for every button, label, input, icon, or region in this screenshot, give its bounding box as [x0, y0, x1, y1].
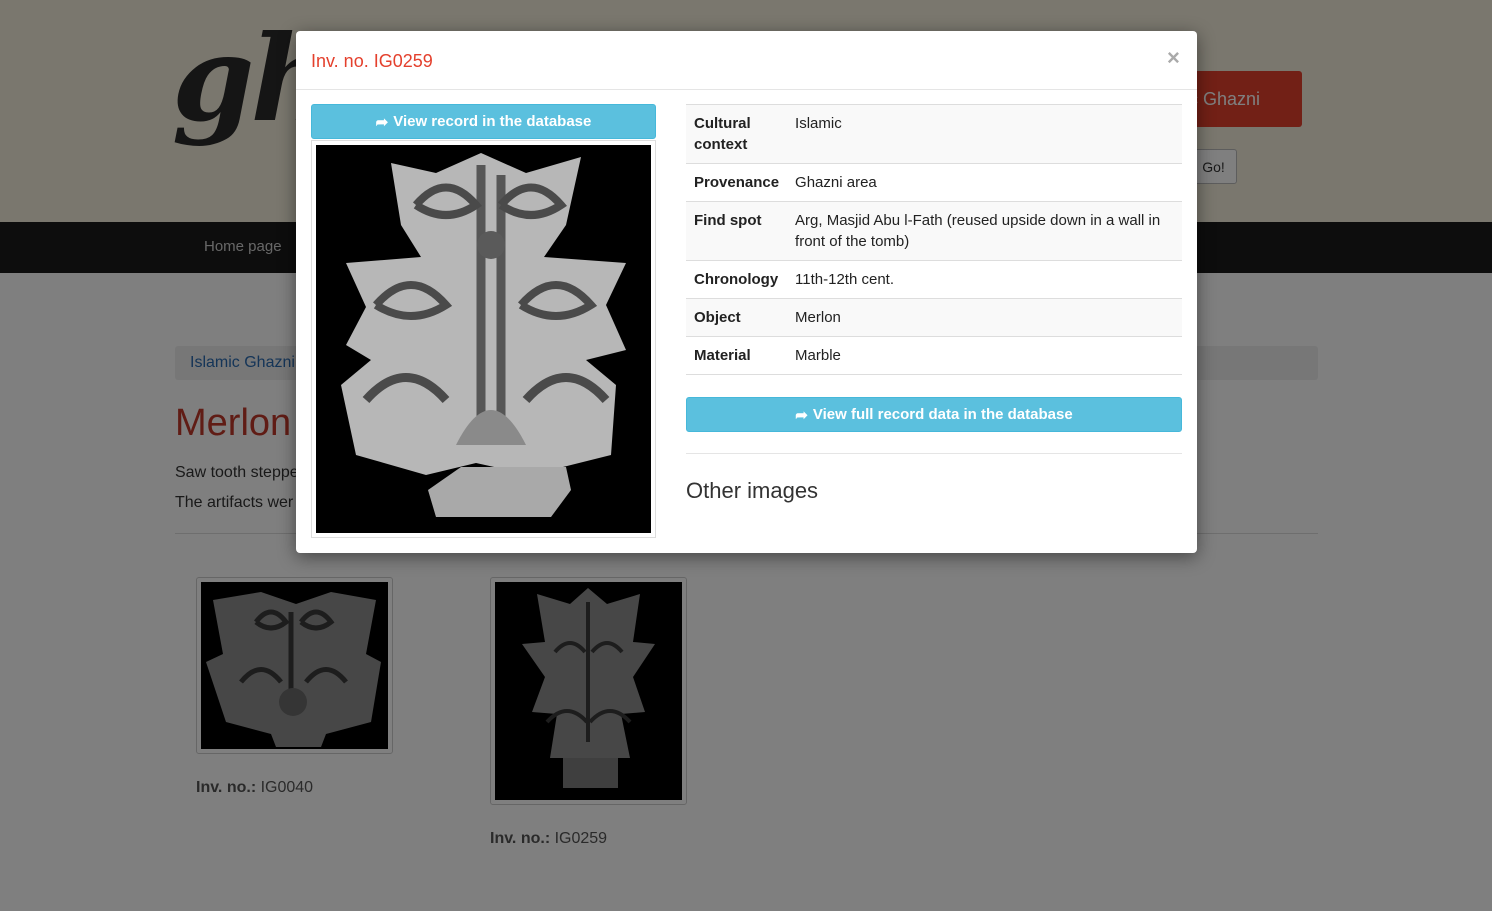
detail-key: Find spot — [686, 201, 788, 261]
detail-key: Cultural context — [686, 104, 788, 164]
table-row: Provenance Ghazni area — [686, 163, 1182, 202]
detail-value: Islamic — [787, 104, 1182, 164]
detail-value: 11th-12th cent. — [787, 260, 1182, 299]
close-icon[interactable]: × — [1167, 45, 1180, 71]
record-details-table: Cultural context Islamic Provenance Ghaz… — [686, 104, 1182, 375]
divider — [686, 453, 1182, 454]
share-arrow-icon: ➦ — [795, 406, 808, 424]
detail-key: Material — [686, 336, 788, 375]
modal-title: Inv. no. IG0259 — [311, 51, 433, 71]
view-full-record-button[interactable]: ➦ View full record data in the database — [686, 397, 1182, 432]
view-record-label: View record in the database — [393, 113, 592, 130]
detail-key: Provenance — [686, 163, 788, 202]
modal-header: Inv. no. IG0259 × — [296, 31, 1197, 90]
table-row: Object Merlon — [686, 298, 1182, 337]
view-record-button[interactable]: ➦ View record in the database — [311, 104, 656, 139]
table-row: Chronology 11th-12th cent. — [686, 260, 1182, 299]
record-modal: Inv. no. IG0259 × ➦ View record in the d… — [296, 31, 1197, 553]
detail-value: Merlon — [787, 298, 1182, 337]
table-row: Material Marble — [686, 336, 1182, 375]
other-images-heading: Other images — [686, 478, 819, 503]
table-row: Cultural context Islamic — [686, 104, 1182, 164]
detail-key: Chronology — [686, 260, 788, 299]
share-arrow-icon: ➦ — [375, 113, 389, 131]
detail-value: Ghazni area — [787, 163, 1182, 202]
detail-value: Marble — [787, 336, 1182, 375]
merlon-main-image[interactable] — [316, 145, 651, 533]
table-row: Find spot Arg, Masjid Abu l-Fath (reused… — [686, 201, 1182, 261]
detail-key: Object — [686, 298, 788, 337]
view-full-label: View full record data in the database — [812, 406, 1073, 423]
detail-value: Arg, Masjid Abu l-Fath (reused upside do… — [787, 201, 1182, 261]
main-image-frame — [311, 140, 656, 538]
